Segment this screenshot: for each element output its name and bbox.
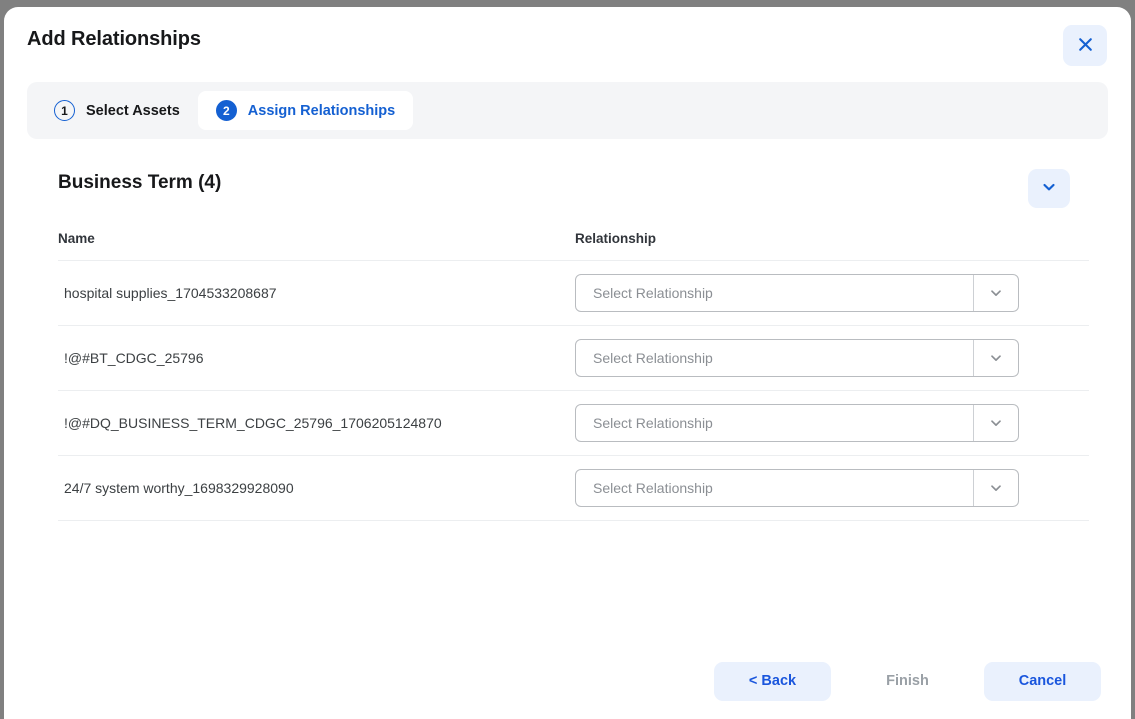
- asset-name: !@#BT_CDGC_25796: [64, 350, 204, 366]
- step-label: Select Assets: [86, 102, 180, 119]
- relationship-cell: Select Relationship: [575, 404, 1089, 442]
- relationships-table: Name Relationship hospital supplies_1704…: [58, 229, 1089, 521]
- step-number-badge: 1: [54, 100, 75, 121]
- step-label: Assign Relationships: [247, 102, 396, 119]
- column-header-relationship: Relationship: [575, 231, 657, 246]
- chevron-down-icon[interactable]: [973, 405, 1018, 441]
- collapse-section-button[interactable]: [1028, 169, 1070, 208]
- relationship-select-placeholder: Select Relationship: [593, 415, 713, 431]
- relationship-select-placeholder: Select Relationship: [593, 480, 713, 496]
- stepper: 1 Select Assets 2 Assign Relationships: [27, 82, 1108, 139]
- table-row: !@#BT_CDGC_25796 Select Relationship: [58, 326, 1089, 391]
- table-row: hospital supplies_1704533208687 Select R…: [58, 261, 1089, 326]
- step-number-badge: 2: [215, 100, 237, 121]
- column-header-name: Name: [58, 231, 95, 246]
- close-button[interactable]: [1063, 25, 1107, 66]
- relationship-select-placeholder: Select Relationship: [593, 350, 713, 366]
- relationship-cell: Select Relationship: [575, 339, 1089, 377]
- chevron-down-icon[interactable]: [973, 275, 1018, 311]
- asset-name: hospital supplies_1704533208687: [64, 285, 277, 301]
- chevron-down-icon: [1041, 179, 1057, 198]
- relationship-cell: Select Relationship: [575, 274, 1089, 312]
- chevron-down-icon[interactable]: [973, 340, 1018, 376]
- step-assign-relationships[interactable]: 2 Assign Relationships: [197, 91, 414, 130]
- table-row: !@#DQ_BUSINESS_TERM_CDGC_25796_170620512…: [58, 391, 1089, 456]
- relationship-select[interactable]: Select Relationship: [575, 274, 1019, 312]
- page-title: Add Relationships: [27, 28, 201, 50]
- relationship-select-placeholder: Select Relationship: [593, 285, 713, 301]
- step-select-assets[interactable]: 1 Select Assets: [36, 91, 198, 130]
- asset-name: !@#DQ_BUSINESS_TERM_CDGC_25796_170620512…: [64, 415, 442, 431]
- section-header: Business Term (4): [4, 163, 1131, 217]
- dialog-footer: < Back Finish Cancel: [4, 643, 1131, 719]
- chevron-down-icon[interactable]: [973, 470, 1018, 506]
- back-button[interactable]: < Back: [714, 661, 831, 701]
- asset-name: 24/7 system worthy_1698329928090: [64, 480, 294, 496]
- relationship-select[interactable]: Select Relationship: [575, 469, 1019, 507]
- dialog-header: Add Relationships: [4, 7, 1131, 75]
- table-row: 24/7 system worthy_1698329928090 Select …: [58, 456, 1089, 521]
- add-relationships-dialog: Add Relationships 1 Select Assets 2 Assi…: [4, 7, 1131, 719]
- finish-button: Finish: [849, 662, 966, 701]
- cancel-button[interactable]: Cancel: [984, 661, 1101, 701]
- relationship-select[interactable]: Select Relationship: [575, 404, 1019, 442]
- table-header-row: Name Relationship: [58, 229, 1089, 261]
- close-icon: [1077, 36, 1094, 56]
- relationship-cell: Select Relationship: [575, 469, 1089, 507]
- relationship-select[interactable]: Select Relationship: [575, 339, 1019, 377]
- section-title: Business Term (4): [58, 172, 222, 193]
